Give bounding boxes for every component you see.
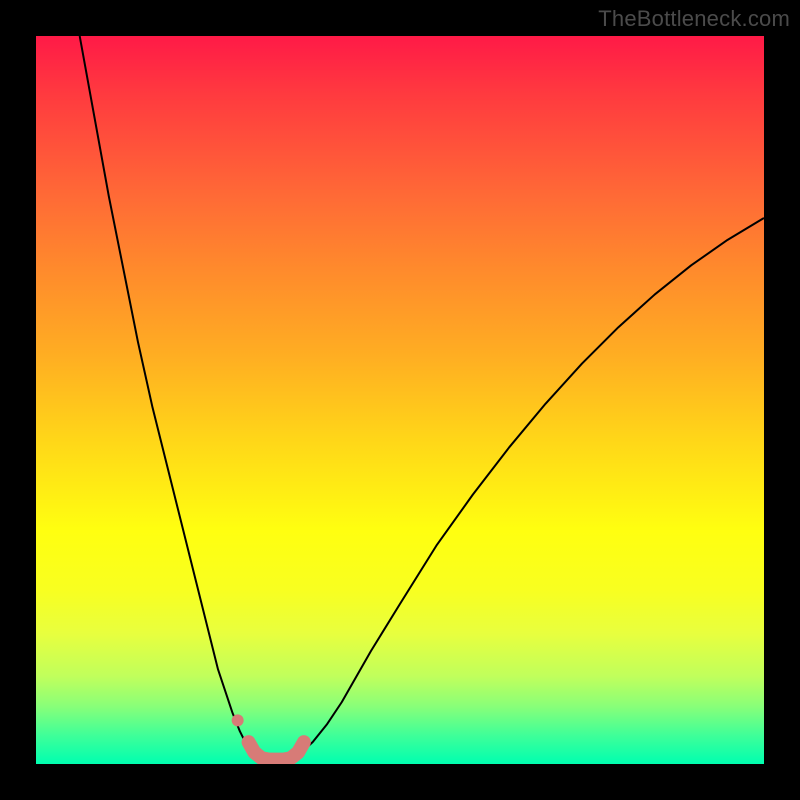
series-curve-left bbox=[80, 36, 255, 755]
series-marker-band bbox=[249, 742, 304, 759]
series-marker-dot-left bbox=[232, 714, 244, 726]
chart-frame: TheBottleneck.com bbox=[0, 0, 800, 800]
watermark-text: TheBottleneck.com bbox=[598, 6, 790, 32]
series-curve-right bbox=[298, 218, 764, 755]
plot-area bbox=[36, 36, 764, 764]
chart-svg bbox=[36, 36, 764, 764]
